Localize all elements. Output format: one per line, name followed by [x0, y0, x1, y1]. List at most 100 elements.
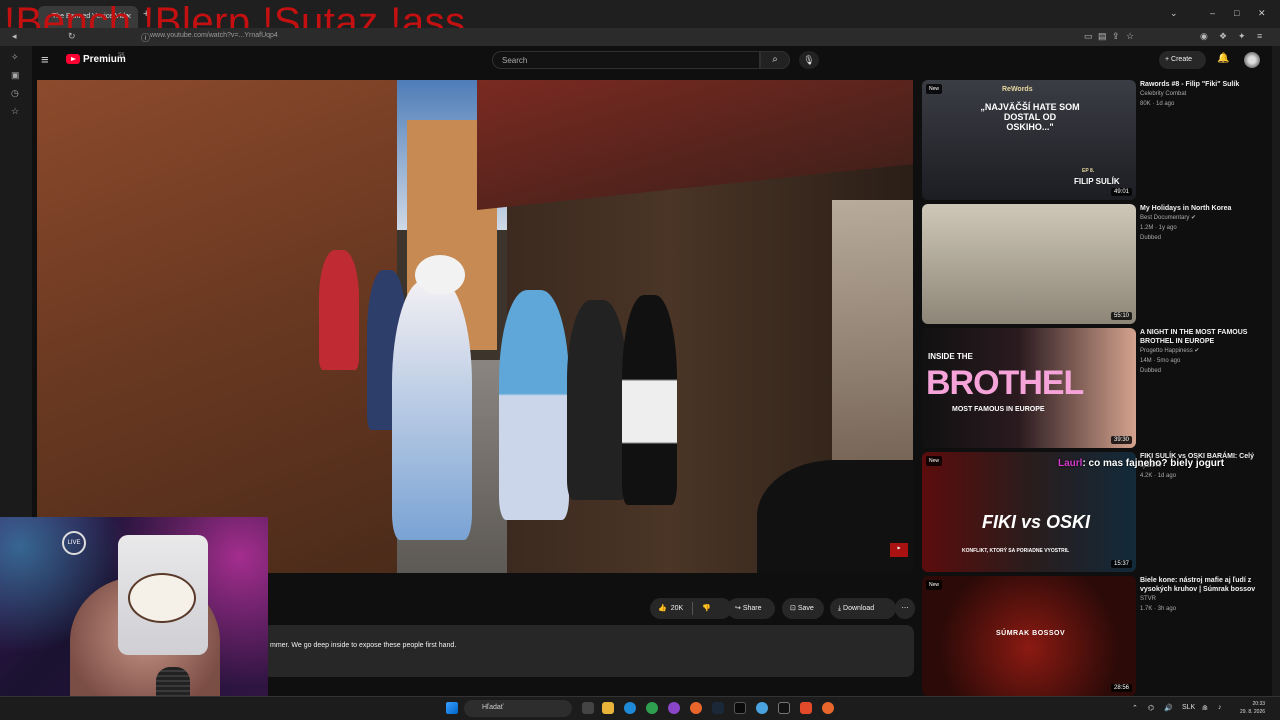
- refresh-icon[interactable]: ↻: [68, 31, 76, 42]
- language-indicator[interactable]: SLK: [1182, 704, 1195, 711]
- cast-icon[interactable]: ▭: [1084, 31, 1093, 42]
- site-info-icon[interactable]: ⓘ: [141, 31, 150, 44]
- view-stats: 1.2M · 1y ago: [1140, 225, 1177, 231]
- brave-browser-icon[interactable]: [800, 702, 812, 714]
- channel-name[interactable]: STVR: [1140, 594, 1270, 604]
- description-box[interactable]: mmer. We go deep inside to expose these …: [262, 625, 914, 677]
- search-button[interactable]: ⌕: [760, 51, 790, 69]
- verified-icon: ✔: [1194, 348, 1200, 354]
- video-frame-person: [567, 300, 627, 500]
- extensions-icon[interactable]: ❖: [1219, 31, 1227, 42]
- recommendation-title[interactable]: Biele kone: nástroj mafie aj ľudí z vyso…: [1140, 576, 1270, 594]
- divider: [692, 602, 693, 615]
- task-view-icon[interactable]: [582, 702, 594, 714]
- firefox-icon[interactable]: [822, 702, 834, 714]
- file-explorer-icon[interactable]: [602, 702, 614, 714]
- create-label: Create: [1171, 56, 1193, 63]
- menu-icon[interactable]: ≡: [1257, 31, 1262, 41]
- video-player[interactable]: ▶: [37, 80, 913, 573]
- save-button[interactable]: ⊡ Save: [782, 598, 824, 619]
- app-icon[interactable]: [756, 702, 768, 714]
- maximize-icon[interactable]: □: [1234, 8, 1239, 18]
- new-badge: New: [926, 580, 943, 590]
- more-actions-button[interactable]: ⋯: [895, 598, 915, 619]
- steam-icon[interactable]: [712, 702, 724, 714]
- chat-message-text: : co mas fajneho? biely jogurt: [1082, 458, 1225, 469]
- collections-icon[interactable]: ▣: [11, 70, 20, 81]
- recommendation-item[interactable]: 55:10 My Holidays in North Korea Best Do…: [922, 204, 1272, 324]
- taskbar-clock[interactable]: 20:33 29. 8. 2026: [1240, 700, 1265, 716]
- edge-browser-icon[interactable]: [624, 702, 636, 714]
- page-scrollbar[interactable]: [1272, 46, 1280, 696]
- tray-chevron-up-icon[interactable]: ⌃: [1132, 704, 1138, 712]
- description-text: mmer. We go deep inside to expose these …: [270, 642, 457, 649]
- extension-icon[interactable]: ✦: [1238, 31, 1246, 42]
- share-page-icon[interactable]: ⇪: [1112, 31, 1120, 42]
- obs-icon[interactable]: [778, 702, 790, 714]
- recommendation-item[interactable]: New SÚMRAK BOSSOV 28:56 Biele kone: nást…: [922, 576, 1272, 696]
- video-actions: 👍 20K 👎 ↪ Share ⊡ Save ⤓ Download ⋯: [650, 598, 920, 620]
- sparkle-icon[interactable]: ✧: [11, 52, 19, 63]
- chrome-browser-icon[interactable]: [646, 702, 658, 714]
- profile-icon[interactable]: ◉: [1200, 31, 1208, 42]
- save-label: Save: [797, 605, 814, 612]
- video-frame-person: [499, 290, 569, 520]
- recommendation-item[interactable]: INSIDE THE BROTHEL MOST FAMOUS IN EUROPE…: [922, 328, 1272, 448]
- video-thumbnail[interactable]: New SÚMRAK BOSSOV 28:56: [922, 576, 1136, 696]
- more-icon: ⋯: [901, 605, 909, 612]
- channel-name[interactable]: Celebrity Combat: [1140, 89, 1270, 99]
- screen: The Banned Venice Vide ✕ + ⌄ – □ ✕ !Benc…: [0, 0, 1280, 720]
- create-button[interactable]: + Create: [1159, 51, 1206, 69]
- video-thumbnail[interactable]: New ReWords „NAJVÄČŠÍ HATE SOM DOSTAL OD…: [922, 80, 1136, 200]
- channel-name[interactable]: Progetto Happiness ✔: [1140, 346, 1270, 356]
- youtube-logo-icon[interactable]: [66, 54, 80, 64]
- wifi-icon[interactable]: ⋒: [1202, 704, 1208, 712]
- live-sign-icon: LIVE: [62, 531, 86, 555]
- account-avatar[interactable]: [1244, 52, 1260, 68]
- thumbs-down-icon[interactable]: 👎: [702, 598, 711, 619]
- search-input[interactable]: Search: [492, 51, 760, 69]
- recommendation-title[interactable]: My Holidays in North Korea: [1140, 204, 1270, 213]
- webcam-overlay: LIVE: [0, 517, 268, 720]
- bookmark-star-icon[interactable]: ☆: [1126, 31, 1134, 42]
- recommendation-item[interactable]: New FIKI vs OSKI KONFLIKT, KTORÝ SA PORI…: [922, 452, 1272, 572]
- speaker-icon[interactable]: ♪: [1218, 704, 1222, 711]
- minimize-icon[interactable]: –: [1210, 8, 1215, 18]
- download-button[interactable]: ⤓ Download: [830, 598, 896, 619]
- video-thumbnail[interactable]: 55:10: [922, 204, 1136, 324]
- view-stats: 14M · 5mo ago: [1140, 358, 1181, 364]
- reader-icon[interactable]: ▤: [1098, 31, 1107, 42]
- recommendation-title[interactable]: A NIGHT IN THE MOST FAMOUS BROTHEL IN EU…: [1140, 328, 1270, 346]
- duration-badge: 49:01: [1110, 188, 1132, 196]
- firefox-icon[interactable]: [690, 702, 702, 714]
- stream-chat-message: Laurl: co mas fajneho? biely jogurt: [1058, 458, 1224, 469]
- terminal-icon[interactable]: [734, 702, 746, 714]
- guide-menu-icon[interactable]: ≡: [41, 52, 49, 67]
- like-button[interactable]: 👍 20K 👎: [650, 598, 732, 619]
- recommendation-title[interactable]: Rawords #8 - Filip "Fiki" Sulík: [1140, 80, 1270, 89]
- thumbnail-subcaption: MOST FAMOUS IN EUROPE: [952, 406, 1045, 413]
- favorites-icon[interactable]: ☆: [11, 106, 19, 117]
- bookmark-icon: ⊡: [790, 605, 798, 612]
- notifications-bell-icon[interactable]: 🔔: [1217, 53, 1229, 64]
- voice-search-button[interactable]: 🎙: [799, 51, 819, 69]
- volume-icon[interactable]: 🔊: [1164, 704, 1173, 712]
- recommendation-meta: My Holidays in North Korea Best Document…: [1140, 204, 1270, 243]
- taskbar-search-input[interactable]: Hľadať: [464, 700, 572, 717]
- url-field[interactable]: www.youtube.com/watch?v=...YrnafUqp4: [150, 32, 278, 39]
- channel-name[interactable]: Best Documentary ✔: [1140, 213, 1270, 223]
- network-icon[interactable]: ⌬: [1148, 704, 1154, 712]
- start-button-icon[interactable]: [446, 702, 458, 714]
- recommendation-item[interactable]: New ReWords „NAJVÄČŠÍ HATE SOM DOSTAL OD…: [922, 80, 1272, 200]
- history-icon[interactable]: ◷: [11, 88, 19, 99]
- channel-watermark-icon[interactable]: ▶: [890, 543, 908, 557]
- view-stats: 4.2K · 1d ago: [1140, 473, 1177, 479]
- video-frame-person: [622, 295, 677, 505]
- back-icon[interactable]: ◂: [12, 31, 17, 42]
- close-window-icon[interactable]: ✕: [1258, 8, 1266, 19]
- chevron-down-icon[interactable]: ⌄: [1170, 8, 1178, 19]
- share-button[interactable]: ↪ Share: [727, 598, 775, 619]
- app-icon[interactable]: [668, 702, 680, 714]
- video-thumbnail[interactable]: New FIKI vs OSKI KONFLIKT, KTORÝ SA PORI…: [922, 452, 1136, 572]
- video-thumbnail[interactable]: INSIDE THE BROTHEL MOST FAMOUS IN EUROPE…: [922, 328, 1136, 448]
